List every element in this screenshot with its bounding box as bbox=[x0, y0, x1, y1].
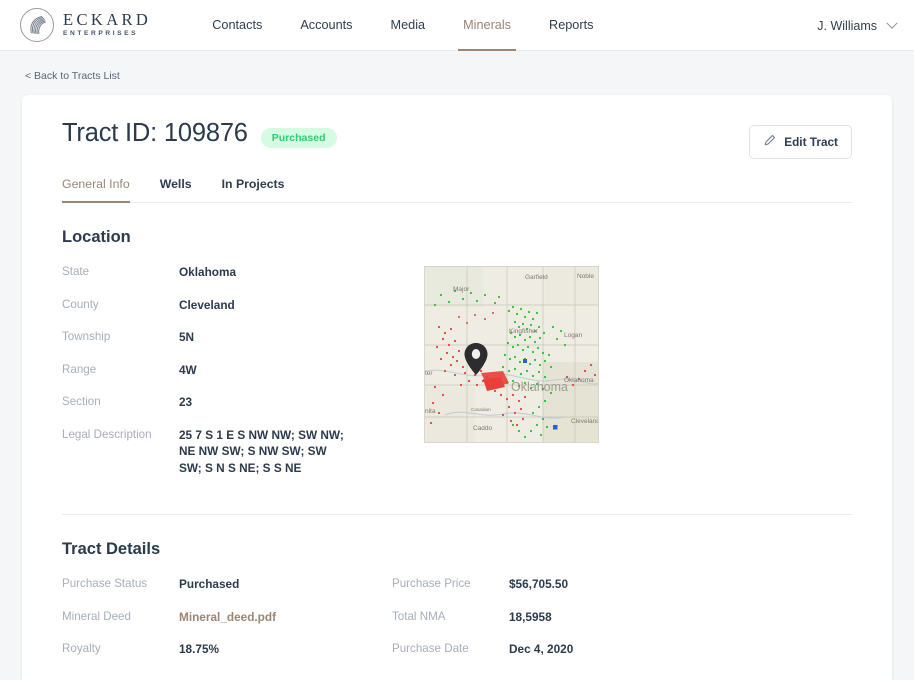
svg-text:Cleveland: Cleveland bbox=[571, 418, 599, 425]
page-title: Tract ID: 109876 bbox=[62, 119, 248, 147]
back-to-tracts-list-link[interactable]: < Back to Tracts List bbox=[25, 70, 120, 82]
tract-details-right-column: Purchase Price $56,705.50 Total NMA 18,5… bbox=[392, 576, 722, 674]
edit-tract-label: Edit Tract bbox=[784, 135, 838, 149]
svg-text:Oklahoma: Oklahoma bbox=[511, 380, 568, 394]
field-value: 18,5958 bbox=[509, 609, 552, 624]
nav-item-accounts[interactable]: Accounts bbox=[281, 0, 371, 51]
field-legal-description: Legal Description 25 7 S 1 E S NW NW; SW… bbox=[62, 427, 392, 477]
svg-text:Major: Major bbox=[453, 286, 470, 293]
field-label: Purchase Status bbox=[62, 577, 148, 590]
field-purchase-date: Purchase Date Dec 4, 2020 bbox=[392, 641, 722, 658]
nav-item-reports[interactable]: Reports bbox=[530, 0, 612, 51]
brand-tagline: ENTERPRISES bbox=[63, 30, 139, 38]
field-value: 25 7 S 1 E S NW NW; SW NW; NE NW SW; S N… bbox=[179, 427, 344, 475]
nav-item-contacts[interactable]: Contacts bbox=[193, 0, 281, 51]
mineral-deed-link[interactable]: Mineral_deed.pdf bbox=[179, 609, 276, 626]
edit-tract-button[interactable]: Edit Tract bbox=[749, 125, 852, 159]
brand-text: ECKARD ENTERPRISES bbox=[63, 9, 152, 38]
tract-detail-card: Tract ID: 109876 Purchased Edit Tract Ge… bbox=[22, 95, 892, 680]
field-county: County Cleveland bbox=[62, 297, 392, 314]
field-value: $56,705.50 bbox=[509, 577, 569, 591]
field-label: Total NMA bbox=[392, 609, 446, 623]
svg-text:Kingfisher: Kingfisher bbox=[509, 328, 539, 335]
tract-details-title: Tract Details bbox=[62, 540, 161, 558]
svg-text:Garfield: Garfield bbox=[525, 274, 548, 281]
field-label: Range bbox=[62, 362, 97, 376]
main-nav: Contacts Accounts Media Minerals Reports bbox=[193, 0, 612, 51]
field-value: 18.75% bbox=[179, 642, 220, 656]
field-label: County bbox=[62, 297, 99, 311]
location-fields: State Oklahoma County Cleveland Township… bbox=[62, 264, 392, 492]
top-navigation-bar: ECKARD ENTERPRISES Contacts Accounts Med… bbox=[0, 0, 914, 51]
tract-details-left-column: Purchase Status Purchased Mineral Deed M… bbox=[62, 576, 392, 674]
location-section: Location State Oklahoma County Cleveland… bbox=[42, 228, 872, 492]
field-mineral-deed: Mineral Deed Mineral_deed.pdf bbox=[62, 609, 392, 626]
field-range: Range 4W bbox=[62, 362, 392, 379]
field-label: Mineral Deed bbox=[62, 609, 131, 623]
field-value: 23 bbox=[179, 395, 193, 409]
field-label: Purchase Date bbox=[392, 642, 469, 655]
field-township: Township 5N bbox=[62, 329, 392, 346]
field-royalty: Royalty 18.75% bbox=[62, 641, 392, 658]
field-value: Purchased bbox=[179, 577, 240, 591]
field-label: Legal Description bbox=[62, 427, 152, 441]
nav-item-minerals[interactable]: Minerals bbox=[444, 0, 530, 51]
svg-text:Caddo: Caddo bbox=[473, 425, 493, 432]
eckard-swirl-logo-icon bbox=[20, 8, 54, 42]
field-label: Purchase Price bbox=[392, 577, 471, 590]
tract-header: Tract ID: 109876 Purchased Edit Tract bbox=[42, 95, 872, 159]
tab-wells[interactable]: Wells bbox=[145, 177, 207, 202]
svg-text:Logan: Logan bbox=[564, 332, 582, 339]
svg-text:nita: nita bbox=[425, 408, 436, 415]
field-label: Section bbox=[62, 395, 101, 408]
brand-logo[interactable]: ECKARD ENTERPRISES bbox=[20, 8, 151, 42]
tract-details-section: Tract Details Purchase Status Purchased … bbox=[42, 540, 872, 674]
svg-text:Canadian: Canadian bbox=[471, 407, 491, 412]
field-purchase-status: Purchase Status Purchased bbox=[62, 576, 392, 593]
pencil-icon bbox=[763, 134, 776, 150]
field-value: Oklahoma bbox=[179, 265, 237, 279]
location-content: State Oklahoma County Cleveland Township… bbox=[62, 264, 852, 492]
svg-text:Oklahoma: Oklahoma bbox=[564, 377, 594, 384]
svg-text:ter: ter bbox=[425, 370, 433, 377]
field-purchase-price: Purchase Price $56,705.50 bbox=[392, 576, 722, 593]
location-section-title: Location bbox=[62, 228, 131, 246]
user-menu-label: J. Williams bbox=[817, 18, 877, 33]
map-graphic: Major Garfield Noble Kingfisher Logan Ok… bbox=[425, 267, 599, 442]
tract-details-grid: Purchase Status Purchased Mineral Deed M… bbox=[62, 576, 852, 674]
field-value: 4W bbox=[179, 362, 197, 377]
field-section: Section 23 bbox=[62, 394, 392, 411]
field-state: State Oklahoma bbox=[62, 264, 392, 281]
nav-item-media[interactable]: Media bbox=[372, 0, 445, 51]
status-badge: Purchased bbox=[260, 128, 337, 148]
field-value: Dec 4, 2020 bbox=[509, 642, 574, 656]
tab-bar: General Info Wells In Projects bbox=[62, 177, 852, 203]
tab-in-projects[interactable]: In Projects bbox=[207, 177, 300, 202]
svg-text:Noble: Noble bbox=[577, 273, 594, 280]
chevron-down-icon bbox=[886, 17, 898, 29]
field-value: 5N bbox=[179, 330, 195, 344]
field-label: Township bbox=[62, 330, 111, 343]
section-divider-1 bbox=[62, 514, 852, 515]
location-map[interactable]: Major Garfield Noble Kingfisher Logan Ok… bbox=[424, 266, 599, 443]
brand-name: ECKARD bbox=[63, 9, 152, 29]
user-menu[interactable]: J. Williams bbox=[817, 0, 898, 51]
tab-general-info[interactable]: General Info bbox=[62, 177, 145, 203]
field-label: State bbox=[62, 265, 90, 278]
field-label: Royalty bbox=[62, 642, 101, 655]
field-value: Cleveland bbox=[179, 297, 235, 312]
field-total-nma: Total NMA 18,5958 bbox=[392, 609, 722, 626]
